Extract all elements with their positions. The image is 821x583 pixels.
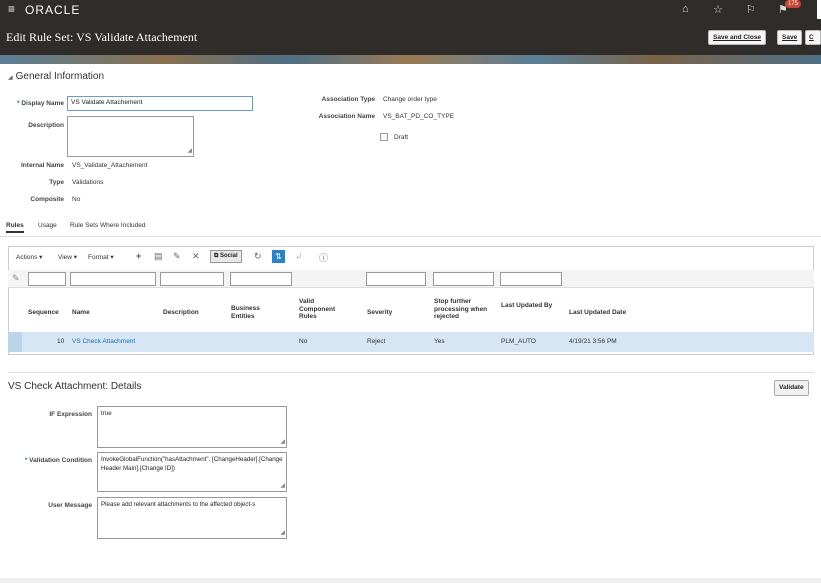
cell-severity: Reject [367, 338, 386, 345]
refresh-icon[interactable]: ↻ [254, 251, 262, 262]
format-menu[interactable]: Format ▾ [88, 253, 114, 261]
section-divider [8, 372, 814, 373]
filter-severity[interactable] [366, 272, 426, 286]
cell-last-updated-date: 4/19/21 3:56 PM [569, 338, 617, 345]
help-icon[interactable]: ⓘ [319, 251, 328, 264]
column-header-severity[interactable]: Severity [367, 309, 392, 317]
page-title: Edit Rule Set: VS Validate Attachement [6, 30, 198, 44]
association-name-value: VS_BAT_PD_CO_TYPE [383, 113, 455, 120]
watchlist-flag-icon[interactable]: ⚐ [746, 3, 756, 16]
tab-usage[interactable]: Usage [38, 222, 57, 229]
filter-last-updated-by[interactable] [500, 272, 562, 286]
wrap-icon[interactable]: ↲ [295, 251, 303, 262]
column-header-description[interactable]: Description [163, 309, 199, 317]
global-header: ≡ ORACLE ⌂ ☆ ⚐ ⚑ 175 [0, 0, 821, 19]
tab-rules[interactable]: Rules [6, 222, 24, 233]
composite-value: No [72, 196, 81, 203]
association-name-label: Association Name [318, 113, 375, 120]
internal-name-label: Internal Name [21, 162, 64, 169]
rules-toolbar: Actions ▾ View ▾ Format ▾ + ▤ ✎ ✕ ⧉ Soci… [8, 246, 814, 266]
cell-stop-processing: Yes [434, 338, 445, 345]
user-message-value: Please add relevant attachments to the a… [101, 501, 256, 508]
row-selector[interactable] [8, 332, 22, 352]
tab-divider [0, 236, 821, 237]
display-name-input[interactable]: VS Validate Attachement [67, 96, 253, 111]
type-value: Validations [72, 179, 104, 186]
association-type-label: Association Type [321, 96, 375, 103]
page-footer-edge [0, 578, 821, 583]
column-header-last-updated-by[interactable]: Last Updated By [501, 302, 559, 310]
if-expression-label: IF Expression [49, 411, 92, 418]
view-menu[interactable]: View ▾ [58, 253, 77, 261]
home-icon[interactable]: ⌂ [682, 3, 689, 15]
add-icon[interactable]: + [136, 251, 141, 261]
oracle-logo[interactable]: ORACLE [25, 3, 80, 17]
resize-handle-icon[interactable]: ◢ [187, 147, 192, 156]
filter-sequence[interactable] [28, 272, 66, 286]
column-header-stop-processing[interactable]: Stop further processing when rejected [434, 298, 492, 321]
cancel-button[interactable]: C [805, 30, 821, 45]
filter-description[interactable] [160, 272, 224, 286]
save-button[interactable]: Save [777, 30, 803, 45]
resize-handle-icon[interactable]: ◢ [280, 438, 285, 447]
column-header-name[interactable]: Name [72, 309, 90, 317]
general-information-header[interactable]: ◢ General Information [8, 71, 104, 82]
column-header-last-updated-date[interactable]: Last Updated Date [569, 309, 626, 317]
validation-condition-textarea[interactable]: InvokeGlobalFunction("hasAttachment", [C… [97, 452, 287, 492]
resize-handle-icon[interactable]: ◢ [280, 529, 285, 538]
delete-icon[interactable]: ▤ [154, 251, 163, 262]
draft-label: Draft [394, 134, 409, 141]
if-expression-value: true [101, 410, 112, 417]
cell-last-updated-by: PLM_AUTO [501, 338, 536, 345]
notification-count-badge: 175 [785, 0, 802, 8]
collapse-triangle-icon[interactable]: ◢ [8, 75, 13, 81]
filter-name[interactable] [70, 272, 156, 286]
tab-rule-sets-where-included[interactable]: Rule Sets Where Included [70, 222, 146, 229]
if-expression-textarea[interactable]: true ◢ [97, 406, 287, 448]
filter-business-entities[interactable] [230, 272, 292, 286]
column-header-valid-component-rules[interactable]: Valid Component Rules [299, 298, 349, 321]
actions-menu[interactable]: Actions ▾ [16, 253, 42, 261]
type-label: Type [49, 179, 64, 186]
filter-stop-processing[interactable] [433, 272, 494, 286]
menu-icon[interactable]: ≡ [8, 2, 15, 16]
favorites-star-icon[interactable]: ☆ [713, 3, 723, 16]
cell-name-link[interactable]: VS Check Attachment [72, 338, 135, 345]
cell-valid-component-rules: No [299, 338, 308, 345]
filter-clear-icon[interactable]: ✎ [12, 273, 20, 284]
validate-button[interactable]: Validate [774, 380, 809, 396]
display-name-label: * Display Name [17, 100, 64, 107]
cell-sequence: 10 [57, 338, 65, 345]
validation-condition-label: * Validation Condition [24, 457, 92, 464]
validation-condition-value: InvokeGlobalFunction("hasAttachment", [C… [101, 456, 283, 472]
details-title: VS Check Attachment: Details [8, 381, 142, 392]
internal-name-value: VS_Validate_Attachement [72, 162, 148, 169]
user-message-label: User Message [48, 502, 92, 509]
association-type-value: Change order type [383, 96, 437, 103]
general-information-title: General Information [15, 71, 105, 82]
edit-pencil-icon[interactable]: ✎ [173, 251, 181, 262]
social-button[interactable]: ⧉ Social [210, 250, 242, 263]
draft-checkbox[interactable] [380, 133, 388, 141]
remove-x-icon[interactable]: ✕ [192, 251, 200, 262]
composite-label: Composite [30, 196, 64, 203]
user-message-textarea[interactable]: Please add relevant attachments to the a… [97, 497, 287, 539]
header-decoration [0, 55, 821, 64]
column-header-sequence[interactable]: Sequence [28, 309, 59, 317]
window-edge [817, 0, 821, 19]
filter-row: ✎ [8, 270, 814, 288]
table-row[interactable]: 10 VS Check Attachment No Reject Yes PLM… [8, 332, 814, 352]
description-label: Description [28, 122, 64, 129]
resize-handle-icon[interactable]: ◢ [280, 482, 285, 491]
tab-bar: Rules Usage Rule Sets Where Included [0, 222, 821, 236]
save-and-close-button[interactable]: Save and Close [708, 30, 767, 45]
column-header-business-entities[interactable]: Business Entities [231, 305, 273, 320]
description-textarea[interactable]: ◢ [67, 116, 194, 157]
freeze-filter-icon[interactable]: ⇅ [272, 250, 285, 263]
